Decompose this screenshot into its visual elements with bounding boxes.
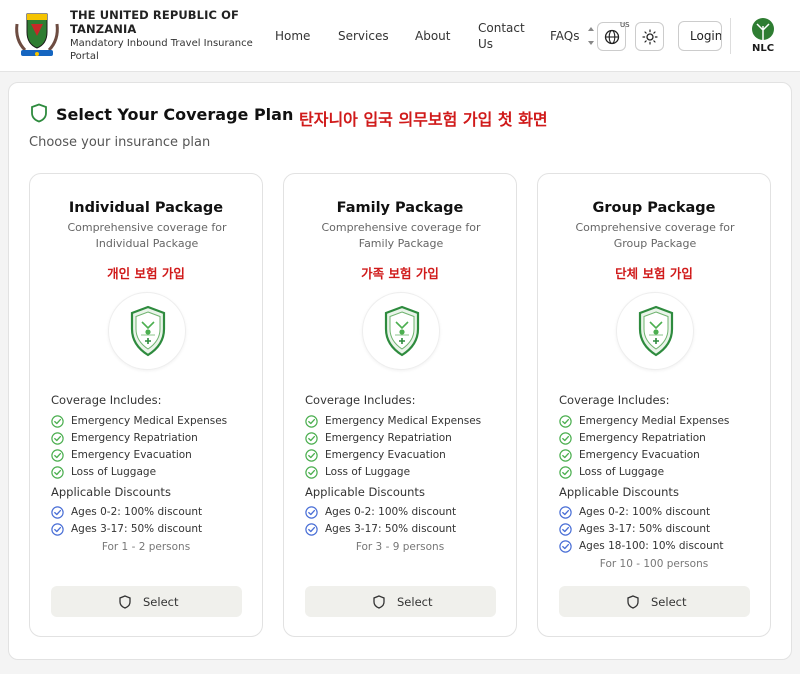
coverage-item-label: Emergency Repatriation xyxy=(325,432,452,444)
check-circle-icon xyxy=(559,449,572,462)
persons-range: For 3 - 9 persons xyxy=(355,541,445,553)
coverage-item-label: Emergency Evacuation xyxy=(325,449,446,461)
shield-icon xyxy=(627,595,639,609)
card-annotation: 가족 보험 가입 xyxy=(361,266,439,281)
check-circle-icon xyxy=(51,523,64,536)
coverage-item-label: Loss of Luggage xyxy=(71,466,157,478)
discount-label: Applicable Discounts xyxy=(305,485,425,499)
globe-icon xyxy=(604,29,620,45)
card-title: Individual Package xyxy=(68,200,224,216)
coverage-label: Coverage Includes: xyxy=(51,393,162,407)
coverage-label: Coverage Includes: xyxy=(559,393,670,407)
package-card: Group Package Comprehensive coverage for … xyxy=(537,173,771,637)
select-label: Select xyxy=(397,595,433,609)
login-label: Login xyxy=(690,29,722,43)
card-description: Comprehensive coverage for Group Package xyxy=(575,221,735,250)
persons-range: For 10 - 100 persons xyxy=(599,558,709,570)
check-circle-icon xyxy=(305,415,318,428)
check-circle-icon xyxy=(51,432,64,445)
shield-emblem-icon xyxy=(384,305,420,357)
shield-badge xyxy=(108,292,186,370)
card-title: Group Package xyxy=(592,200,716,216)
shield-emblem-icon xyxy=(130,305,166,357)
check-circle-icon xyxy=(305,432,318,445)
card-description: Comprehensive coverage for Individual Pa… xyxy=(67,221,227,250)
persons-range: For 1 - 2 persons xyxy=(101,541,191,553)
nav-services[interactable]: Services xyxy=(338,29,389,43)
scroll-arrows-icon[interactable] xyxy=(587,24,595,48)
select-button[interactable]: Select xyxy=(559,586,750,617)
check-circle-icon xyxy=(51,449,64,462)
coverage-item-label: Emergency Medical Expenses xyxy=(71,415,228,427)
shield-badge xyxy=(362,292,440,370)
check-circle-icon xyxy=(305,449,318,462)
select-label: Select xyxy=(143,595,179,609)
card-title: Family Package xyxy=(336,200,464,216)
check-circle-icon xyxy=(305,523,318,536)
shield-emblem-icon xyxy=(638,305,674,357)
discount-label: Applicable Discounts xyxy=(51,485,171,499)
card-annotation: 단체 보험 가입 xyxy=(615,266,693,281)
check-circle-icon xyxy=(51,506,64,519)
card-description: Comprehensive coverage for Family Packag… xyxy=(321,221,481,250)
coverage-item-label: Emergency Evacuation xyxy=(71,449,192,461)
theme-toggle-button[interactable] xyxy=(635,22,664,51)
brand-subtitle: Mandatory Inbound Travel Insurance Porta… xyxy=(70,38,253,62)
package-card: Individual Package Comprehensive coverage… xyxy=(29,173,263,637)
select-button[interactable]: Select xyxy=(51,586,242,617)
select-label: Select xyxy=(651,595,687,609)
page-subtitle: Choose your insurance plan xyxy=(29,135,211,150)
coat-of-arms-logo xyxy=(15,13,59,56)
partner-logo: NLC xyxy=(752,18,774,54)
coverage-item-label: Loss of Luggage xyxy=(325,466,411,478)
check-circle-icon xyxy=(559,466,572,479)
shield-badge xyxy=(616,292,694,370)
discount-item-label: Ages 0-2: 100% discount xyxy=(579,506,711,518)
nav-about[interactable]: About xyxy=(415,29,450,43)
site-header: THE UNITED REPUBLIC OF TANZANIA Mandator… xyxy=(0,0,800,72)
nav-home[interactable]: Home xyxy=(275,29,310,43)
package-card: Family Package Comprehensive coverage for… xyxy=(283,173,517,637)
discount-item-label: Ages 18-100: 10% discount xyxy=(579,540,724,552)
check-circle-icon xyxy=(305,466,318,479)
check-circle-icon xyxy=(305,506,318,519)
coverage-item-label: Emergency Medial Expenses xyxy=(579,415,730,427)
check-circle-icon xyxy=(559,506,572,519)
discount-item-label: Ages 0-2: 100% discount xyxy=(71,506,203,518)
check-circle-icon xyxy=(559,432,572,445)
coverage-item-label: Emergency Medical Expenses xyxy=(325,415,482,427)
shield-icon xyxy=(373,595,385,609)
nav-faqs[interactable]: FAQs xyxy=(550,29,580,43)
shield-icon xyxy=(119,595,131,609)
discount-item-label: Ages 3-17: 50% discount xyxy=(325,523,457,535)
language-code: US xyxy=(620,21,630,29)
coverage-item-label: Emergency Repatriation xyxy=(71,432,198,444)
discount-label: Applicable Discounts xyxy=(559,485,679,499)
coverage-label: Coverage Includes: xyxy=(305,393,416,407)
coverage-item-label: Emergency Evacuation xyxy=(579,449,700,461)
check-circle-icon xyxy=(559,415,572,428)
select-button[interactable]: Select xyxy=(305,586,496,617)
card-annotation: 개인 보험 가입 xyxy=(107,266,185,281)
check-circle-icon xyxy=(559,523,572,536)
check-circle-icon xyxy=(51,466,64,479)
discount-item-label: Ages 3-17: 50% discount xyxy=(579,523,711,535)
shield-icon xyxy=(31,103,47,123)
annotation-main: 탄자니아 입국 의무보험 가입 첫 화면 xyxy=(299,110,548,129)
check-circle-icon xyxy=(51,415,64,428)
login-button[interactable]: Login xyxy=(678,21,722,51)
coverage-item-label: Loss of Luggage xyxy=(579,466,665,478)
partner-logo-text: NLC xyxy=(752,43,774,54)
coverage-item-label: Emergency Repatriation xyxy=(579,432,706,444)
nav-contact[interactable]: Contact Us xyxy=(478,20,526,52)
brand-title: THE UNITED REPUBLIC OF TANZANIA xyxy=(70,8,239,36)
discount-item-label: Ages 0-2: 100% discount xyxy=(325,506,457,518)
discount-item-label: Ages 3-17: 50% discount xyxy=(71,523,203,535)
check-circle-icon xyxy=(559,540,572,553)
sun-icon xyxy=(642,29,658,45)
page-title: Select Your Coverage Plan xyxy=(56,105,294,124)
header-divider xyxy=(730,18,731,54)
